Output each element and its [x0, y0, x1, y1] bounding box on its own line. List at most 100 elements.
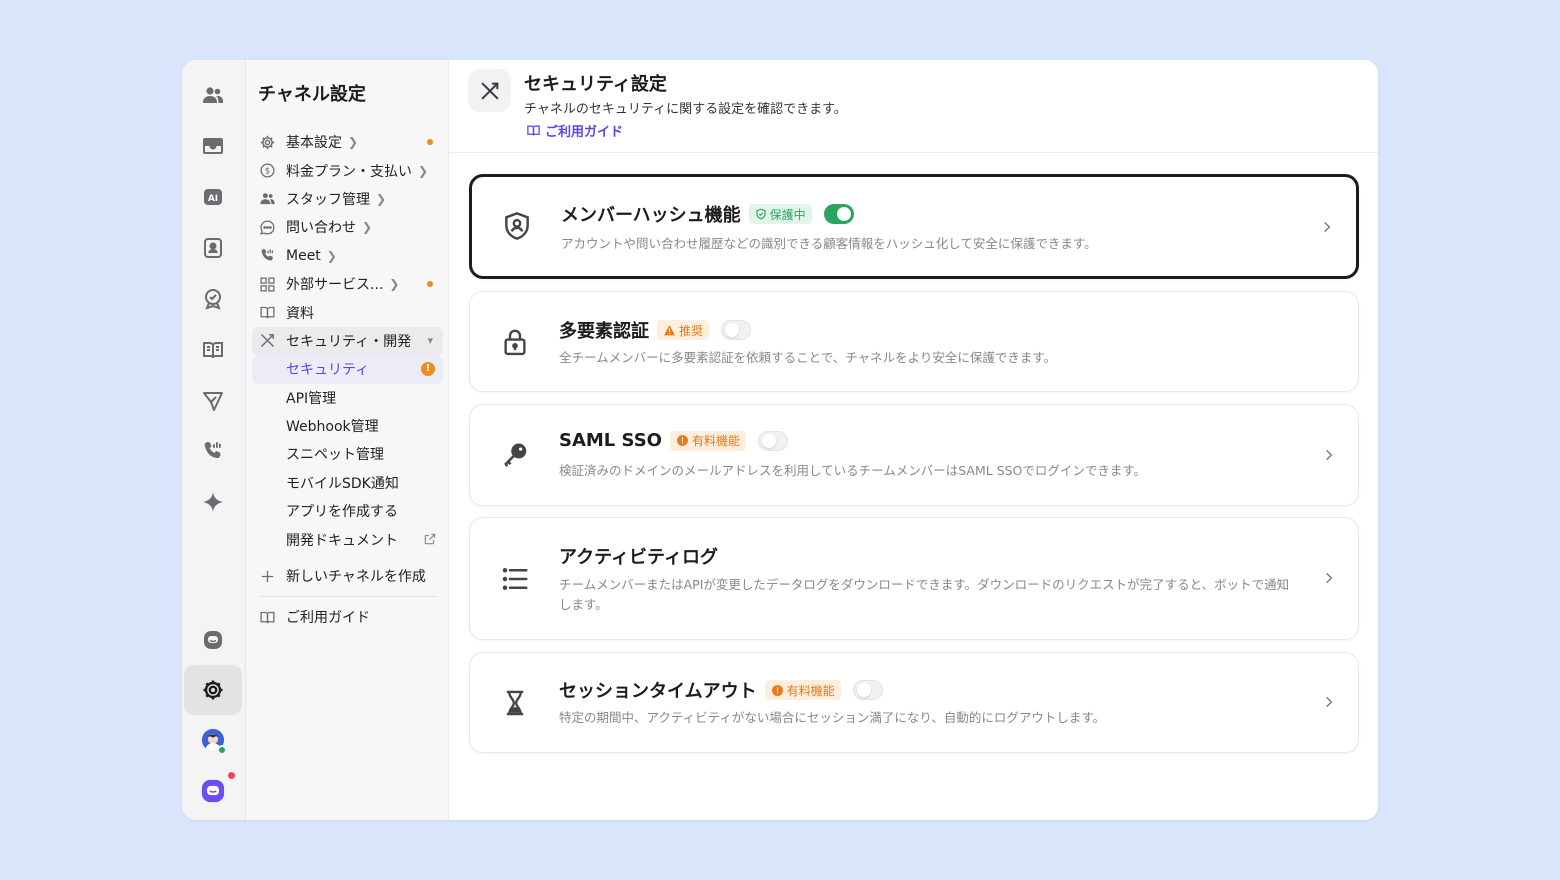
saml-toggle[interactable] [757, 430, 788, 451]
card-title: アクティビティログ [559, 547, 718, 568]
sidebar-item-label: 資料 [286, 305, 314, 322]
icon-rail: AI [182, 60, 246, 820]
card-title: 多要素認証 [559, 321, 649, 342]
plus-icon [258, 567, 276, 585]
online-status-dot [217, 745, 227, 755]
protected-badge: 保護中 [748, 204, 812, 224]
sidebar-sub-create-app[interactable]: アプリを作成する [252, 497, 443, 525]
card-description: 特定の期間中、アクティビティがない場合にセッション満了になり、自動的にログアウト… [559, 710, 1106, 725]
main-content: セキュリティ設定 チャネルのセキュリティに関する設定を確認できます。 ご利用ガイ… [449, 60, 1378, 820]
paid-feature-badge: 有料機能 [669, 430, 746, 451]
session-timeout-card[interactable]: セッションタイムアウト 有料機能 特定の期間中、アクティビティがない場合にセッシ… [469, 652, 1359, 753]
svg-text:$: $ [264, 167, 269, 177]
mfa-card[interactable]: 多要素認証 推奨 全チームメンバーに多要素認証を依頼することで、チャネルをより安… [469, 291, 1359, 392]
session-timeout-toggle[interactable] [852, 680, 883, 700]
sidebar-item-label: モバイルSDK通知 [286, 475, 399, 492]
card-title-row: アクティビティログ [559, 543, 718, 569]
rail-people-icon[interactable] [184, 70, 242, 120]
chat-icon [258, 218, 276, 236]
list-icon [498, 562, 532, 596]
sidebar-item-label: セキュリティ・開発 [286, 333, 412, 350]
sidebar-item-security-dev[interactable]: セキュリティ・開発 ▾ [252, 326, 443, 356]
warning-icon [771, 684, 783, 696]
rail-app-logo-icon[interactable] [184, 766, 242, 816]
chevron-right-icon [1322, 570, 1336, 584]
sidebar-item-inquiry[interactable]: 問い合わせ ❯ [252, 213, 443, 241]
lock-icon [498, 325, 532, 359]
sidebar-item-label: スタッフ管理 [286, 191, 370, 208]
sidebar-item-staff[interactable]: スタッフ管理 ❯ [252, 185, 443, 213]
card-title-row: SAML SSO 有料機能 [559, 430, 788, 451]
key-icon [498, 439, 532, 473]
rail-sparkle-icon[interactable] [184, 477, 242, 527]
book-icon [258, 304, 276, 322]
member-hash-card[interactable]: メンバーハッシュ機能 保護中 アカウントや問い合わせ履歴などの識別できる顧客情報… [469, 174, 1359, 279]
guide-label: ご利用ガイド [286, 610, 370, 627]
rail-call-icon[interactable] [184, 426, 242, 476]
new-channel-button[interactable]: 新しいチャネルを作成 [252, 562, 443, 590]
card-description: アカウントや問い合わせ履歴などの識別できる顧客情報をハッシュ化して安全に保護でき… [561, 236, 1097, 251]
sidebar-item-external-services[interactable]: 外部サービス... ❯ [252, 270, 443, 298]
toggle-knob [836, 207, 851, 221]
sidebar-sub-security[interactable]: セキュリティ ! [252, 355, 443, 384]
update-dot [427, 280, 433, 287]
rail-book-icon[interactable] [184, 325, 242, 375]
sidebar-item-label: スニペット管理 [286, 447, 384, 464]
sidebar-sub-snippet[interactable]: スニペット管理 [252, 440, 443, 468]
badge-label: 有料機能 [786, 683, 835, 698]
tools-icon [468, 69, 511, 112]
rail-send-icon[interactable] [184, 376, 242, 426]
card-title-row: メンバーハッシュ機能 保護中 [561, 201, 854, 227]
tools-icon [258, 332, 276, 350]
mfa-toggle[interactable] [721, 320, 752, 340]
sidebar-item-billing[interactable]: $ 料金プラン・支払い ❯ [252, 156, 443, 184]
settings-nav: 基本設定 ❯ $ 料金プラン・支払い ❯ スタッフ管理 ❯ 問い合わせ ❯ Me… [252, 128, 443, 632]
app-window: AI チャネル設定 基本設定 ❯ $ 料金プラン・支払い ❯ スタッフ管理 ❯ … [182, 60, 1378, 820]
badge-label: 有料機能 [691, 434, 740, 448]
gear-icon [258, 133, 276, 151]
rail-ai-icon[interactable]: AI [184, 172, 242, 222]
phone-icon [258, 247, 276, 265]
update-dot [427, 139, 433, 145]
grid-icon [258, 275, 276, 293]
rail-contact-icon[interactable] [184, 223, 242, 273]
toggle-knob [761, 433, 776, 448]
sidebar-sub-dev-docs[interactable]: 開発ドキュメント [252, 525, 443, 553]
chevron-right-icon: ❯ [389, 277, 400, 292]
sidebar-item-meet[interactable]: Meet ❯ [252, 242, 443, 270]
card-title: メンバーハッシュ機能 [561, 205, 741, 226]
page-subtitle: チャネルのセキュリティに関する設定を確認できます。 [524, 102, 847, 117]
sidebar-item-label: 問い合わせ [286, 220, 356, 237]
saml-sso-card[interactable]: SAML SSO 有料機能 検証済みのドメインのメールアドレスを利用しているチー… [469, 404, 1359, 506]
member-hash-toggle[interactable] [823, 204, 854, 224]
rail-settings-icon[interactable] [184, 665, 242, 715]
chevron-right-icon: ❯ [348, 135, 359, 150]
sidebar-sub-api[interactable]: API管理 [252, 384, 443, 412]
rail-inbox-icon[interactable] [184, 121, 242, 171]
sidebar-sub-webhook[interactable]: Webhook管理 [252, 412, 443, 440]
rail-avatar[interactable] [184, 715, 242, 765]
sidebar-item-label: 外部サービス... [286, 277, 384, 294]
activity-log-card[interactable]: アクティビティログ チームメンバーまたはAPIが変更したデータログをダウンロード… [469, 517, 1359, 640]
new-channel-label: 新しいチャネルを作成 [286, 569, 426, 586]
rail-channel-icon[interactable] [184, 615, 242, 665]
sidebar-item-basic[interactable]: 基本設定 ❯ [252, 128, 443, 156]
sidebar-item-documents[interactable]: 資料 [252, 298, 443, 326]
chevron-right-icon: ❯ [326, 248, 337, 263]
notification-dot [228, 772, 235, 779]
dollar-icon: $ [258, 162, 276, 180]
rail-badge-icon[interactable] [184, 274, 242, 324]
hourglass-icon [498, 686, 532, 720]
sidebar-guide-link[interactable]: ご利用ガイド [252, 603, 443, 631]
chevron-right-icon: ❯ [362, 220, 373, 235]
svg-text:AI: AI [208, 194, 218, 204]
chevron-right-icon [1320, 219, 1334, 233]
page-title: セキュリティ設定 [524, 74, 667, 95]
sidebar-sub-mobile-sdk[interactable]: モバイルSDK通知 [252, 469, 443, 497]
sidebar-item-label: セキュリティ [286, 362, 370, 379]
page-header: セキュリティ設定 チャネルのセキュリティに関する設定を確認できます。 ご利用ガイ… [449, 60, 1378, 153]
card-title: SAML SSO [559, 430, 662, 451]
toggle-knob [856, 683, 871, 697]
guide-link[interactable]: ご利用ガイド [526, 121, 623, 140]
card-title-row: 多要素認証 推奨 [559, 317, 752, 343]
